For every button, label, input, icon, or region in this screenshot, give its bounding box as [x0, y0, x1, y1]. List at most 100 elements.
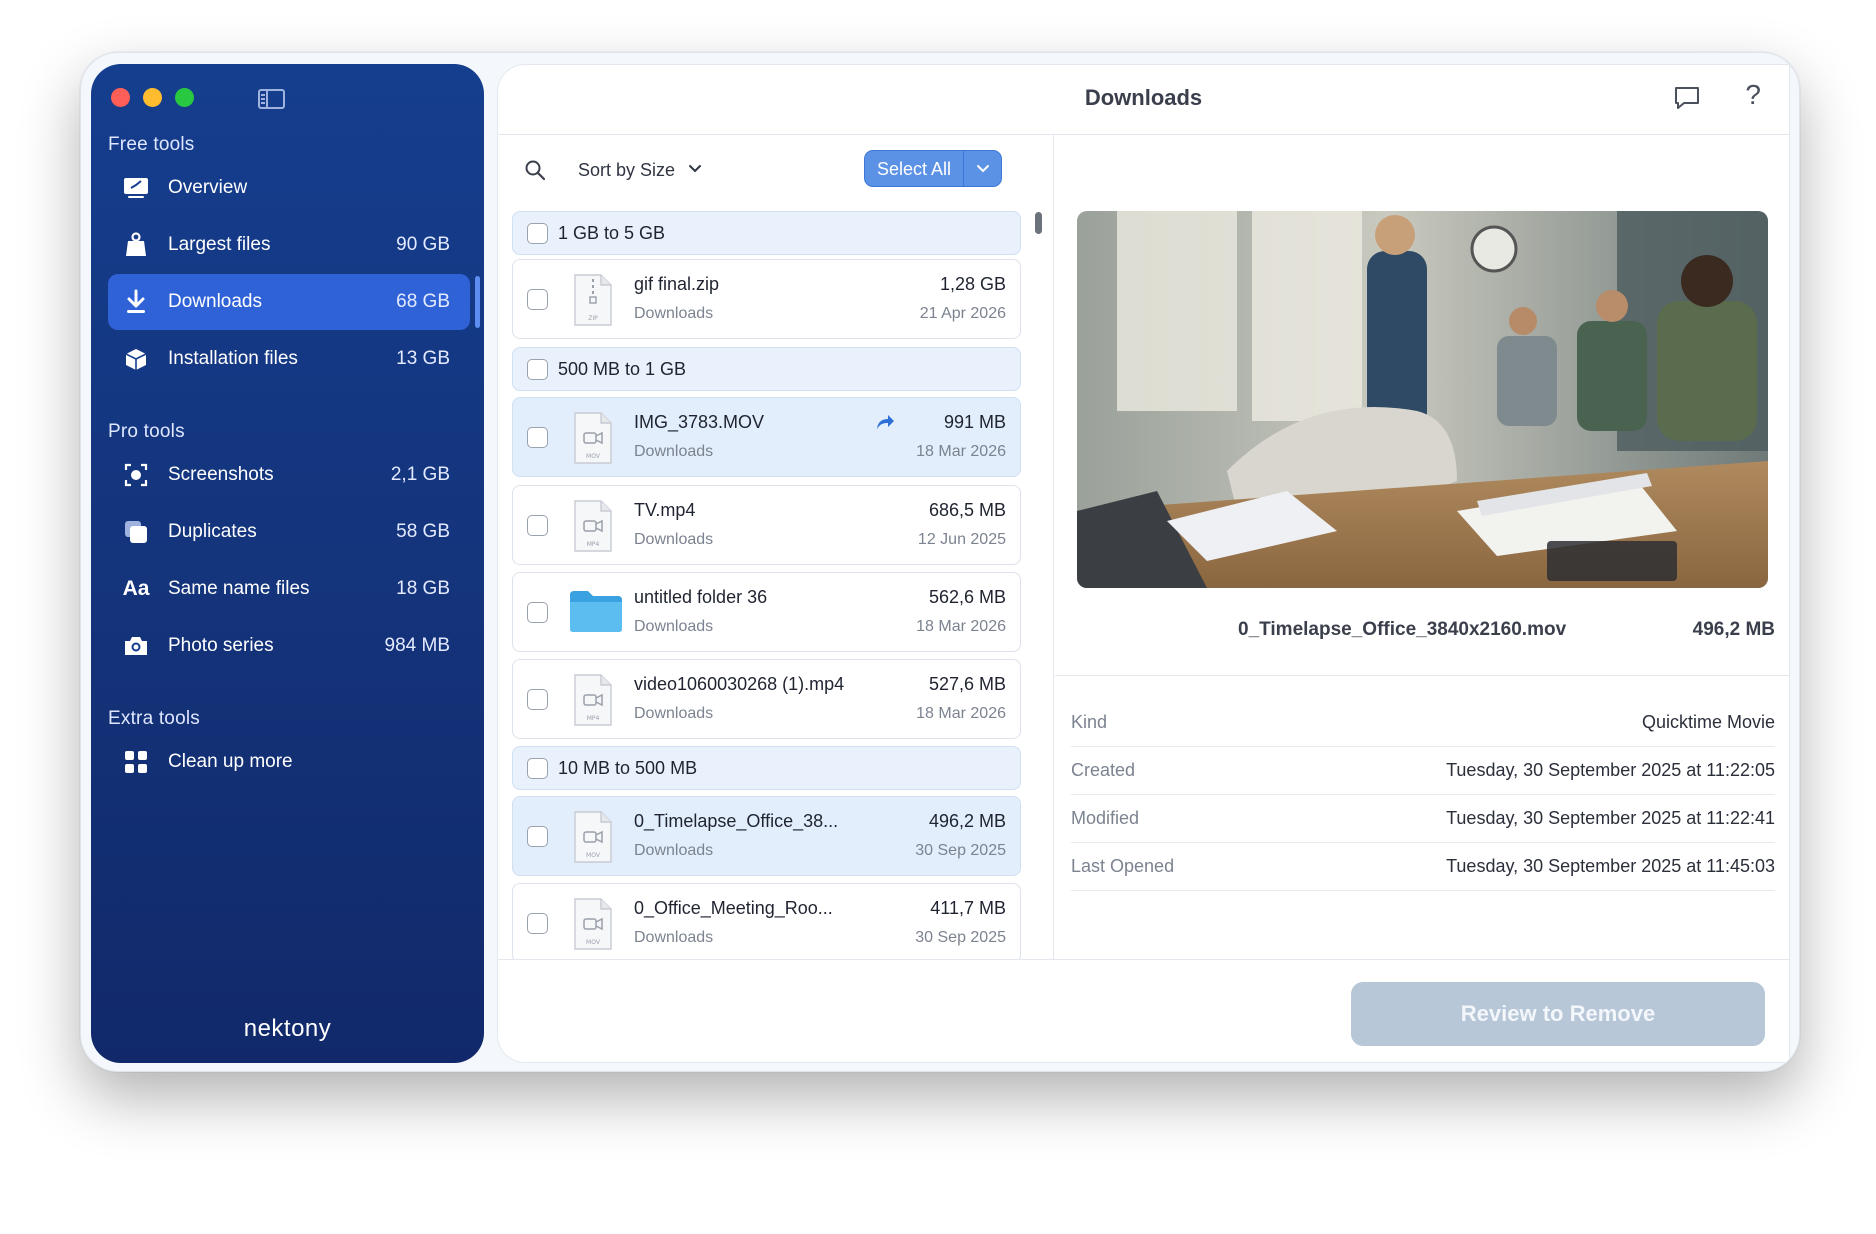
sidebar-item-label: Installation files — [168, 348, 298, 369]
grid-icon — [122, 748, 150, 776]
file-name: IMG_3783.MOV — [634, 412, 765, 432]
zip-file-icon: ZIP — [573, 273, 613, 327]
scrollbar-thumb[interactable] — [1035, 212, 1042, 234]
select-all-button[interactable]: Select All — [864, 150, 1002, 187]
preview-pane: 0_Timelapse_Office_3840x2160.mov 496,2 M… — [1055, 135, 1789, 959]
group-checkbox[interactable] — [527, 757, 548, 779]
overview-icon — [122, 174, 150, 202]
sidebar-item-largest-files[interactable]: Largest files 90 GB — [108, 217, 470, 273]
file-location: Downloads — [634, 443, 714, 460]
sidebar-item-downloads[interactable]: Downloads 68 GB — [108, 274, 480, 330]
file-name: video1060030268 (1).mp4 — [634, 674, 845, 694]
file-size: 1,28 GB — [939, 274, 1006, 294]
file-row[interactable]: MOV IMG_3783.MOV Downloads 991 MB 18 Mar… — [512, 397, 1021, 477]
file-row[interactable]: untitled folder 36 Downloads 562,6 MB 18… — [512, 572, 1021, 652]
file-location: Downloads — [634, 705, 714, 722]
file-row[interactable]: MP4 video1060030268 (1).mp4 Downloads 52… — [512, 659, 1021, 739]
footer-bar: Review to Remove — [498, 959, 1789, 1062]
group-header[interactable]: 500 MB to 1 GB — [512, 347, 1021, 391]
sidebar-toggle-icon[interactable] — [258, 89, 285, 109]
group-label: 10 MB to 500 MB — [558, 757, 698, 778]
info-value: Tuesday, 30 September 2025 at 11:45:03 — [1446, 856, 1775, 876]
select-options-chevron-icon[interactable] — [963, 151, 1001, 186]
sidebar-item-duplicates[interactable]: Duplicates 58 GB — [108, 504, 470, 560]
text-aa-icon: Aa — [122, 577, 150, 600]
sidebar-item-size: 2,1 GB — [390, 464, 450, 485]
list-toolbar: Sort by Size Select All — [498, 135, 1053, 205]
search-icon[interactable] — [524, 159, 546, 186]
file-location: Downloads — [634, 618, 714, 635]
group-header[interactable]: 1 GB to 5 GB — [512, 211, 1021, 255]
file-name: untitled folder 36 — [634, 587, 768, 607]
sidebar-item-label: Overview — [168, 177, 248, 198]
info-value: Quicktime Movie — [1641, 712, 1775, 732]
minimize-window-button[interactable] — [143, 88, 162, 107]
info-key: Last Opened — [1071, 856, 1175, 876]
file-row[interactable]: MP4 TV.mp4 Downloads 686,5 MB 12 Jun 202… — [512, 485, 1021, 565]
group-checkbox[interactable] — [527, 222, 548, 244]
file-row[interactable]: MOV 0_Office_Meeting_Roo... Downloads 41… — [512, 883, 1021, 963]
file-checkbox[interactable] — [527, 689, 548, 710]
chevron-down-icon[interactable] — [687, 161, 703, 182]
nektony-logo: nektony — [243, 1015, 332, 1042]
titlebar: Downloads ? — [498, 65, 1789, 135]
info-row-last-opened: Last Opened Tuesday, 30 September 2025 a… — [1071, 843, 1775, 891]
group-header[interactable]: 10 MB to 500 MB — [512, 746, 1021, 790]
file-name: 0_Timelapse_Office_38... — [634, 811, 839, 831]
info-row-created: Created Tuesday, 30 September 2025 at 11… — [1071, 747, 1775, 795]
file-list-pane: Sort by Size Select All 1 GB to 5 GB ZIP… — [498, 135, 1054, 963]
review-to-remove-button[interactable]: Review to Remove — [1351, 982, 1765, 1046]
info-key: Kind — [1071, 712, 1108, 732]
file-location: Downloads — [634, 842, 714, 859]
share-arrow-icon[interactable] — [875, 413, 895, 436]
section-title-extra: Extra tools — [108, 708, 200, 729]
file-date: 21 Apr 2026 — [919, 305, 1006, 322]
sidebar-item-photo-series[interactable]: Photo series 984 MB — [108, 618, 470, 674]
sidebar-item-size: 90 GB — [396, 234, 450, 255]
group-checkbox[interactable] — [527, 358, 548, 380]
sidebar-item-label: Downloads — [168, 291, 262, 312]
sidebar-item-same-name-files[interactable]: Aa Same name files 18 GB — [108, 561, 470, 617]
file-date: 18 Mar 2026 — [916, 618, 1006, 635]
zoom-window-button[interactable] — [175, 88, 194, 107]
file-checkbox[interactable] — [527, 602, 548, 623]
file-size: 496,2 MB — [928, 811, 1006, 831]
sidebar-item-screenshots[interactable]: Screenshots 2,1 GB — [108, 447, 470, 503]
file-row[interactable]: ZIP gif final.zip Downloads 1,28 GB 21 A… — [512, 259, 1021, 339]
file-checkbox[interactable] — [527, 289, 548, 310]
feedback-chat-icon[interactable] — [1673, 85, 1701, 116]
sidebar-item-size: 13 GB — [396, 348, 450, 369]
camera-icon — [122, 632, 150, 660]
sidebar-item-installation-files[interactable]: Installation files 13 GB — [108, 331, 470, 387]
file-type-badge: MOV — [586, 852, 601, 859]
help-icon[interactable]: ? — [1745, 79, 1761, 111]
video-file-icon: MP4 — [573, 499, 613, 553]
file-type-badge: MOV — [586, 453, 601, 460]
section-title-pro: Pro tools — [108, 421, 185, 442]
file-location: Downloads — [634, 929, 714, 946]
file-checkbox[interactable] — [527, 826, 548, 847]
file-size: 527,6 MB — [928, 674, 1006, 694]
video-file-icon: MOV — [573, 810, 613, 864]
select-all-label[interactable]: Select All — [865, 158, 963, 180]
main-panel: Downloads ? Sort by Size Select All 1 GB… — [497, 64, 1790, 1063]
file-location: Downloads — [634, 531, 714, 548]
file-checkbox[interactable] — [527, 515, 548, 536]
file-checkbox[interactable] — [527, 427, 548, 448]
sort-dropdown[interactable]: Sort by Size — [578, 160, 675, 181]
sidebar-item-clean-up-more[interactable]: Clean up more — [108, 734, 470, 790]
sidebar-item-overview[interactable]: Overview — [108, 160, 470, 216]
file-type-badge: ZIP — [588, 315, 598, 322]
file-name: TV.mp4 — [634, 500, 696, 520]
sidebar-item-size: 68 GB — [396, 291, 450, 312]
file-date: 12 Jun 2025 — [917, 531, 1006, 548]
list-scrollbar[interactable] — [1034, 210, 1042, 952]
package-icon — [122, 345, 150, 373]
file-row[interactable]: MOV 0_Timelapse_Office_38... Downloads 4… — [512, 796, 1021, 876]
file-checkbox[interactable] — [527, 913, 548, 934]
folder-icon — [569, 589, 623, 633]
sidebar: Free tools Overview Largest files 90 GB … — [91, 64, 484, 1063]
file-date: 18 Mar 2026 — [916, 705, 1006, 722]
info-key: Modified — [1071, 808, 1140, 828]
close-window-button[interactable] — [111, 88, 130, 107]
